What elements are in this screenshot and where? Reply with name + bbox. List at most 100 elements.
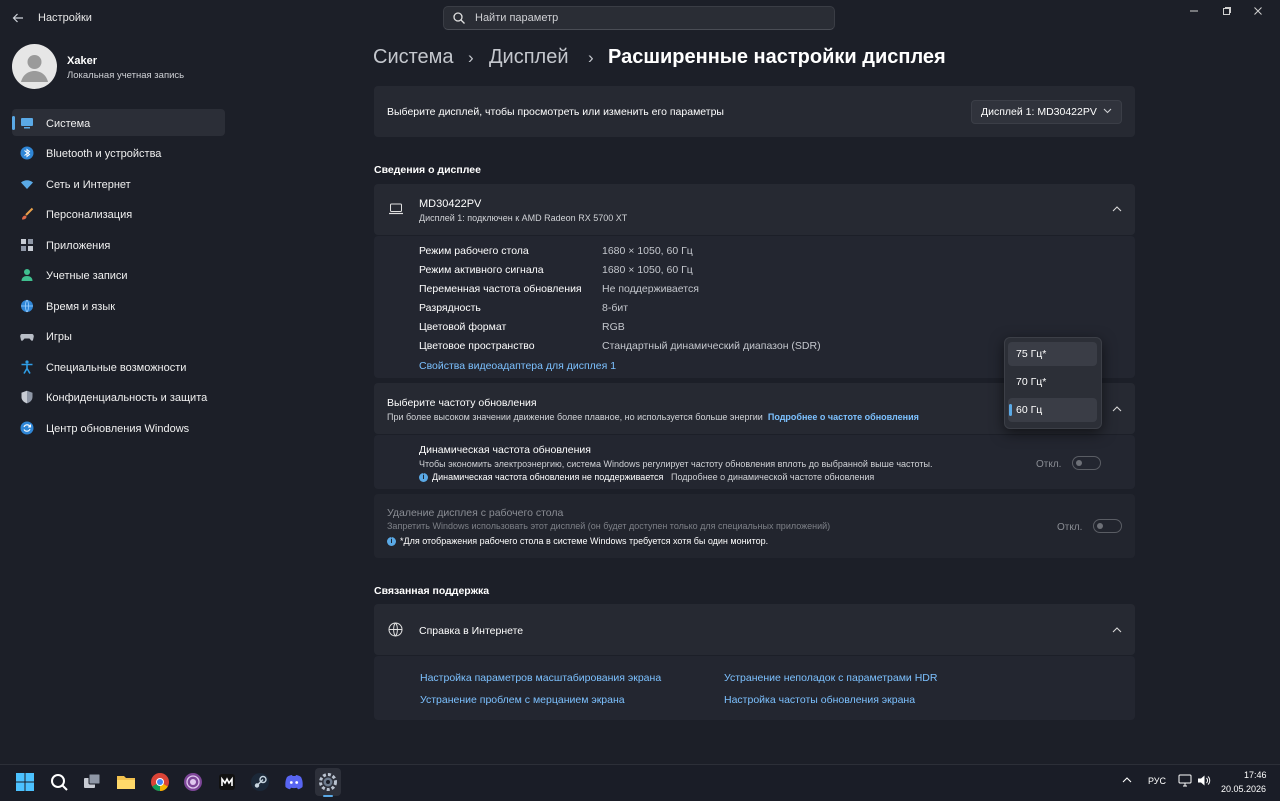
sidebar-item-label: Система <box>46 118 91 130</box>
user-name: Xaker <box>67 55 97 67</box>
restore-icon <box>1223 7 1231 15</box>
support-links-section <box>374 656 1135 720</box>
bluetooth-icon <box>20 146 34 160</box>
breadcrumb-display[interactable]: Дисплей <box>489 46 569 69</box>
online-help-title: Справка в Интернете <box>419 625 524 637</box>
sidebar-item-label: Сеть и Интернет <box>46 179 131 191</box>
adapter-properties-link[interactable]: Свойства видеоадаптера для дисплея 1 <box>419 360 616 372</box>
section-title-display-info: Сведения о дисплее <box>374 164 481 176</box>
sidebar-item-label: Конфиденциальность и защита <box>46 392 208 404</box>
minimize-icon <box>1190 10 1198 12</box>
maximize-button[interactable] <box>1213 4 1241 22</box>
info-icon: i <box>419 473 428 482</box>
dynamic-refresh-learn-more-link[interactable]: Подробнее о динамической частоте обновле… <box>671 472 874 482</box>
info-value: 8-бит <box>602 302 629 314</box>
monitor-subtitle: Дисплей 1: подключен к AMD Radeon RX 570… <box>419 213 628 223</box>
display-dropdown-value: Дисплей 1: MD30422PV <box>981 106 1097 118</box>
chevron-right-icon: › <box>468 48 474 67</box>
close-icon <box>1254 7 1262 15</box>
back-button[interactable] <box>8 8 28 28</box>
monitor-header-card[interactable] <box>374 184 1135 235</box>
page-title: Расширенные настройки дисплея <box>608 46 946 68</box>
info-label: Режим активного сигнала <box>419 264 544 276</box>
steam-icon[interactable] <box>249 771 271 793</box>
sidebar-item-gaming[interactable] <box>12 323 225 350</box>
info-value: 1680 × 1050, 60 Гц <box>602 264 693 276</box>
chevron-up-icon[interactable] <box>1112 627 1122 633</box>
info-label: Цветовое пространство <box>419 340 535 352</box>
remove-display-title: Удаление дисплея с рабочего стола <box>387 507 564 519</box>
volume-icon[interactable] <box>1197 774 1211 787</box>
settings-gear-icon[interactable] <box>317 771 339 793</box>
dynamic-refresh-desc: Чтобы экономить электроэнергию, система … <box>419 459 933 469</box>
sidebar-item-system[interactable] <box>12 109 225 136</box>
wifi-icon <box>21 180 33 189</box>
chevron-up-icon[interactable] <box>1122 777 1132 783</box>
dynamic-refresh-title: Динамическая частота обновления <box>419 444 591 456</box>
account-type: Локальная учетная запись <box>67 70 185 81</box>
info-icon: i <box>387 537 396 546</box>
refresh-option-label: 60 Гц <box>1016 404 1043 416</box>
chevron-up-icon[interactable] <box>1112 206 1122 212</box>
breadcrumb-system[interactable]: Система <box>373 46 454 69</box>
sidebar-item-label: Приложения <box>46 240 111 252</box>
epic-games-icon[interactable] <box>216 771 238 793</box>
gamepad-icon <box>20 334 34 341</box>
remove-display-toggle[interactable] <box>1093 519 1122 533</box>
info-value: Не поддерживается <box>602 283 699 295</box>
display-select-prompt: Выберите дисплей, чтобы просмотреть или … <box>387 106 724 118</box>
sidebar-item-label: Игры <box>46 331 72 343</box>
app-title: Настройки <box>38 12 92 24</box>
info-value: Стандартный динамический диапазон (SDR) <box>602 340 821 352</box>
remove-display-desc: Запретить Windows использовать этот дисп… <box>387 521 831 531</box>
support-link[interactable]: Настройка параметров масштабирования экр… <box>420 672 661 684</box>
person-icon <box>21 269 33 281</box>
user-avatar-icon <box>21 55 48 82</box>
dynamic-refresh-state: Откл. <box>1036 459 1062 470</box>
chevron-up-icon[interactable] <box>1112 406 1122 412</box>
file-explorer-icon[interactable] <box>115 771 137 793</box>
sidebar-item-time-language[interactable] <box>12 292 225 319</box>
support-link[interactable]: Устранение неполадок с параметрами HDR <box>724 672 937 684</box>
search-input[interactable]: Найти параметр <box>475 12 558 24</box>
sidebar-item-label: Bluetooth и устройства <box>46 148 162 160</box>
tor-browser-icon[interactable] <box>182 771 204 793</box>
minimize-button[interactable] <box>1180 4 1208 22</box>
support-link[interactable]: Устранение проблем с мерцанием экрана <box>420 694 625 706</box>
chevron-right-icon: › <box>588 48 594 67</box>
support-link[interactable]: Настройка частоты обновления экрана <box>724 694 915 706</box>
chevron-down-icon <box>1103 108 1112 114</box>
start-icon[interactable] <box>14 771 36 793</box>
chrome-icon[interactable] <box>149 771 171 793</box>
refresh-option-label: 70 Гц* <box>1016 376 1047 388</box>
sidebar-item-label: Специальные возможности <box>46 362 187 374</box>
refresh-rate-title: Выберите частоту обновления <box>387 397 537 409</box>
network-icon[interactable] <box>1178 774 1192 787</box>
close-button[interactable] <box>1244 4 1272 22</box>
language-indicator[interactable]: РУС <box>1148 776 1166 786</box>
update-icon <box>20 421 34 435</box>
task-view-icon[interactable] <box>81 771 103 793</box>
section-title-support: Связанная поддержка <box>374 585 490 597</box>
search-icon[interactable] <box>48 771 70 793</box>
selected-indicator <box>1009 404 1012 416</box>
avatar[interactable] <box>12 44 57 89</box>
info-label: Режим рабочего стола <box>419 245 529 257</box>
sidebar-item-apps[interactable] <box>12 231 225 258</box>
sidebar-item-label: Учетные записи <box>46 270 128 282</box>
clock-time[interactable]: 17:46 <box>1244 770 1267 780</box>
active-indicator <box>12 116 15 130</box>
arrow-left-icon <box>12 13 23 23</box>
toggle-knob <box>1076 460 1082 466</box>
sidebar-item-label: Персонализация <box>46 209 133 221</box>
refresh-rate-learn-more-link[interactable]: Подробнее о частоте обновления <box>768 412 919 422</box>
dynamic-refresh-toggle[interactable] <box>1072 456 1101 470</box>
laptop-icon <box>389 203 403 215</box>
clock-date[interactable]: 20.05.2026 <box>1221 784 1266 794</box>
refresh-rate-desc: При более высоком значении движение боле… <box>387 412 919 422</box>
monitor-name: MD30422PV <box>419 198 482 210</box>
globe-icon <box>388 622 403 637</box>
discord-icon[interactable] <box>283 771 305 793</box>
search-icon <box>453 12 465 24</box>
dynamic-refresh-note: Динамическая частота обновления не подде… <box>432 472 664 482</box>
